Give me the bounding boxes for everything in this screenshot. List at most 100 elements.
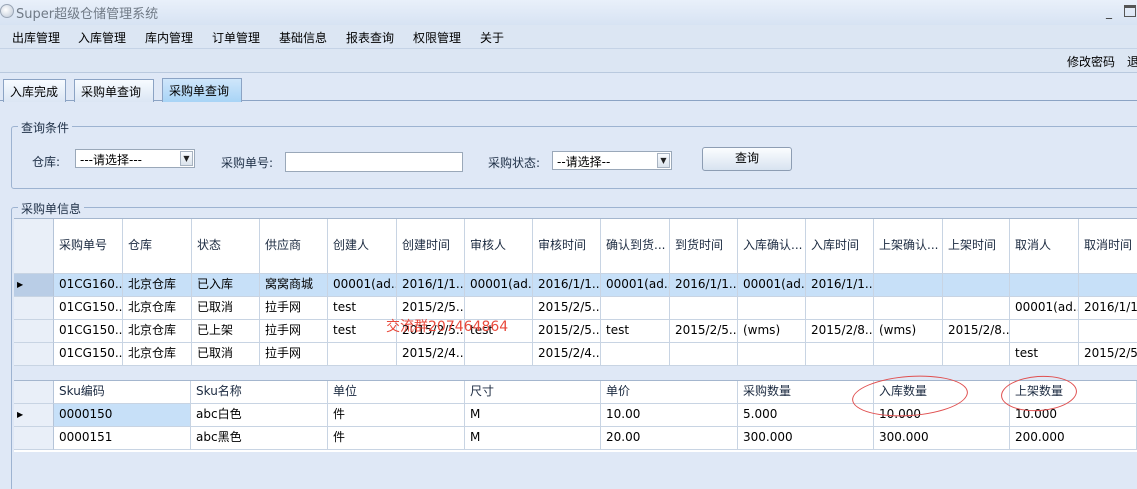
table-cell[interactable]: 件	[328, 427, 465, 450]
exit-link[interactable]: 退	[1127, 53, 1137, 70]
row-header[interactable]: ▶	[14, 404, 54, 427]
table-cell[interactable]	[670, 343, 738, 366]
table-cell[interactable]: 2015/2/4...	[397, 343, 465, 366]
column-header[interactable]: 取消时间	[1079, 219, 1137, 274]
menu-warehouse[interactable]: 库内管理	[145, 29, 193, 46]
table-cell[interactable]: 2015/2/5...	[670, 320, 738, 343]
table-cell[interactable]: 北京仓库	[123, 297, 192, 320]
column-header[interactable]: 创建人	[328, 219, 397, 274]
table-cell[interactable]	[806, 343, 874, 366]
chevron-down-icon[interactable]: ▼	[180, 151, 193, 166]
table-cell[interactable]	[874, 297, 943, 320]
warehouse-select[interactable]: ---请选择--- ▼	[75, 149, 195, 168]
column-header[interactable]: 状态	[192, 219, 260, 274]
column-header[interactable]: 仓库	[123, 219, 192, 274]
status-select[interactable]: --请选择-- ▼	[552, 151, 672, 170]
table-cell[interactable]: 00001(ad...	[1010, 297, 1079, 320]
tab-po-query-2[interactable]: 采购单查询	[162, 78, 242, 102]
table-cell[interactable]: 2016/1/1...	[670, 274, 738, 297]
column-header[interactable]: 到货时间	[670, 219, 738, 274]
table-cell[interactable]: 00001(ad...	[601, 274, 670, 297]
column-header[interactable]: 取消人	[1010, 219, 1079, 274]
row-header[interactable]: ▶	[14, 274, 54, 297]
column-header[interactable]: 入库确认...	[738, 219, 806, 274]
row-header[interactable]	[14, 320, 54, 343]
table-cell[interactable]: 0000150	[54, 404, 191, 427]
table-cell[interactable]: abc白色	[191, 404, 328, 427]
table-cell[interactable]	[328, 343, 397, 366]
table-cell[interactable]	[943, 343, 1010, 366]
menu-permissions[interactable]: 权限管理	[413, 29, 461, 46]
table-cell[interactable]: 00001(ad...	[738, 274, 806, 297]
table-cell[interactable]	[738, 343, 806, 366]
table-cell[interactable]: 已入库	[192, 274, 260, 297]
column-header[interactable]: 采购单号	[54, 219, 123, 274]
tab-po-query-1[interactable]: 采购单查询	[74, 79, 154, 102]
table-cell[interactable]: 00001(ad...	[465, 274, 533, 297]
table-cell[interactable]: abc黑色	[191, 427, 328, 450]
table-cell[interactable]: 2016/1/1...	[1079, 297, 1137, 320]
menu-reports[interactable]: 报表查询	[346, 29, 394, 46]
table-cell[interactable]: 2015/2/8...	[806, 320, 874, 343]
table-cell[interactable]: 5.000	[738, 404, 874, 427]
table-cell[interactable]: 件	[328, 404, 465, 427]
table-cell[interactable]: 已上架	[192, 320, 260, 343]
table-cell[interactable]	[806, 297, 874, 320]
column-header[interactable]: 入库时间	[806, 219, 874, 274]
table-cell[interactable]: 00001(ad...	[328, 274, 397, 297]
table-cell[interactable]	[874, 343, 943, 366]
column-header[interactable]: 确认到货...	[601, 219, 670, 274]
minimize-button[interactable]: _	[1102, 6, 1116, 18]
column-header[interactable]: Sku名称	[191, 381, 328, 404]
table-cell[interactable]: test	[601, 320, 670, 343]
table-cell[interactable]	[601, 343, 670, 366]
table-cell[interactable]: 20.00	[601, 427, 738, 450]
column-header[interactable]: 单位	[328, 381, 465, 404]
chevron-down-icon[interactable]: ▼	[657, 153, 670, 168]
table-cell[interactable]: (wms)	[874, 320, 943, 343]
table-cell[interactable]	[1010, 320, 1079, 343]
table-cell[interactable]: 0000151	[54, 427, 191, 450]
table-cell[interactable]	[874, 274, 943, 297]
table-cell[interactable]	[738, 297, 806, 320]
table-cell[interactable]: 2015/2/8...	[943, 320, 1010, 343]
table-cell[interactable]: 2016/1/1...	[397, 274, 465, 297]
table-cell[interactable]: 2015/2/5...	[533, 297, 601, 320]
column-header[interactable]: 上架时间	[943, 219, 1010, 274]
table-cell[interactable]	[670, 297, 738, 320]
menu-basic-info[interactable]: 基础信息	[279, 29, 327, 46]
table-cell[interactable]: 2015/2/4...	[533, 343, 601, 366]
table-cell[interactable]: 2015/2/5...	[533, 320, 601, 343]
po-number-input[interactable]	[285, 152, 463, 172]
table-cell[interactable]: 200.000	[1010, 427, 1137, 450]
table-cell[interactable]: 01CG150...	[54, 343, 123, 366]
row-header[interactable]	[14, 427, 54, 450]
maximize-button[interactable]	[1124, 5, 1136, 17]
column-header[interactable]: 供应商	[260, 219, 328, 274]
column-header[interactable]: 单价	[601, 381, 738, 404]
column-header[interactable]: 上架确认...	[874, 219, 943, 274]
tab-inbound-complete[interactable]: 入库完成	[3, 79, 66, 102]
table-cell[interactable]: 拉手网	[260, 297, 328, 320]
search-button[interactable]: 查询	[702, 147, 792, 171]
row-header[interactable]	[14, 343, 54, 366]
column-header[interactable]: 创建时间	[397, 219, 465, 274]
table-cell[interactable]	[943, 297, 1010, 320]
menu-inbound[interactable]: 入库管理	[78, 29, 126, 46]
column-header[interactable]: 尺寸	[465, 381, 601, 404]
table-cell[interactable]: 已取消	[192, 297, 260, 320]
table-cell[interactable]: M	[465, 427, 601, 450]
column-header[interactable]: 审核时间	[533, 219, 601, 274]
table-cell[interactable]: 拉手网	[260, 320, 328, 343]
table-cell[interactable]: 拉手网	[260, 343, 328, 366]
table-cell[interactable]: 北京仓库	[123, 343, 192, 366]
table-cell[interactable]: 2016/1/1...	[806, 274, 874, 297]
table-cell[interactable]: 北京仓库	[123, 320, 192, 343]
table-cell[interactable]: 北京仓库	[123, 274, 192, 297]
menu-outbound[interactable]: 出库管理	[12, 29, 60, 46]
table-cell[interactable]: 01CG150...	[54, 297, 123, 320]
column-header[interactable]: Sku编码	[54, 381, 191, 404]
table-cell[interactable]	[601, 297, 670, 320]
table-cell[interactable]: 01CG160...	[54, 274, 123, 297]
table-cell[interactable]: 01CG150...	[54, 320, 123, 343]
